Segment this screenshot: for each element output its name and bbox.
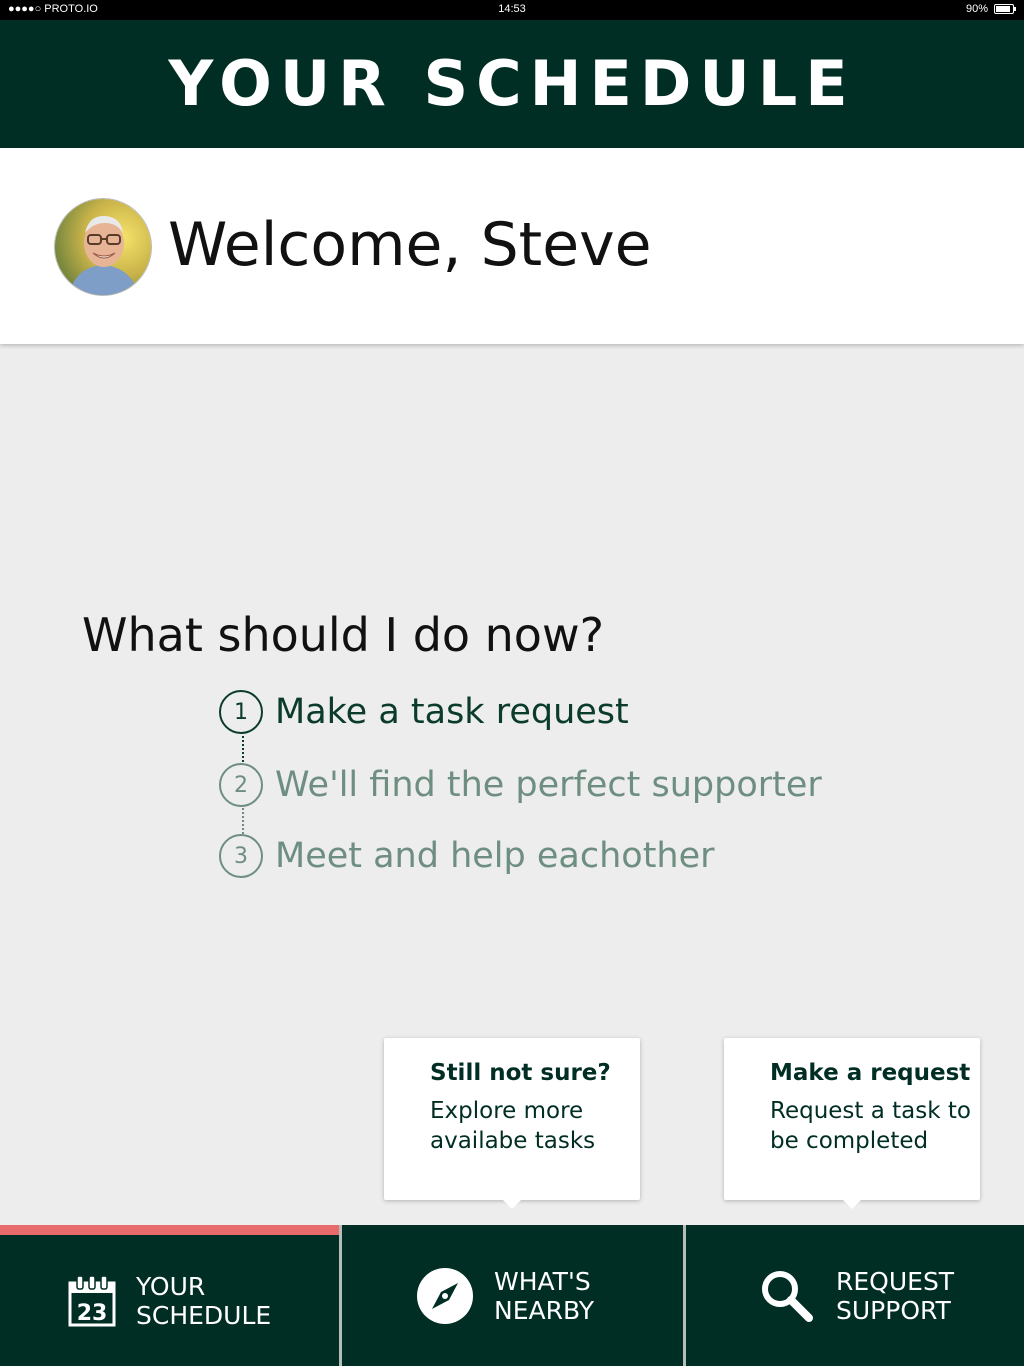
tab-bar: 23 YOUR SCHEDULE WHAT'S NEARBY REQUEST S… (0, 1225, 1024, 1366)
tooltip-title: Make a request (770, 1060, 971, 1086)
calendar-day: 23 (77, 1301, 108, 1326)
tab-label: YOUR SCHEDULE (136, 1271, 272, 1330)
tooltip-body: Explore more availabe tasks (430, 1098, 596, 1154)
battery-percent: 90% (965, 3, 988, 15)
tooltip-title: Still not sure? (430, 1060, 611, 1086)
avatar-photo (55, 199, 151, 295)
step-label: We'll find the perfect supporter (275, 765, 822, 805)
step-label: Meet and help eachother (275, 836, 715, 876)
tooltip-request[interactable]: Make a request Request a task to be comp… (724, 1038, 980, 1209)
tooltip-explore[interactable]: Still not sure? Explore more availabe ta… (384, 1038, 640, 1209)
step-connector (242, 808, 244, 834)
battery-status: 90% (965, 3, 1016, 15)
status-bar: ●●●●○ PROTO.IO 14:53 90% (0, 0, 1024, 20)
tab-request-support[interactable]: REQUEST SUPPORT (686, 1225, 1024, 1366)
step-number: 1 (219, 690, 263, 734)
tab-label: WHAT'S NEARBY (494, 1266, 595, 1325)
step-number: 3 (219, 834, 263, 878)
calendar-icon: 23 (68, 1274, 116, 1326)
battery-icon (994, 4, 1016, 14)
step-3: 3 Meet and help eachother (219, 834, 715, 878)
page-title: YOUR SCHEDULE (168, 47, 856, 120)
welcome-greeting: Welcome, Steve (168, 210, 652, 280)
guide-question: What should I do now? (82, 608, 604, 662)
tooltip-body: Request a task to be completed (770, 1098, 971, 1154)
step-connector (242, 736, 244, 762)
step-number: 2 (219, 763, 263, 807)
tab-whats-nearby[interactable]: WHAT'S NEARBY (342, 1225, 683, 1366)
clock: 14:53 (498, 3, 526, 15)
step-label: Make a task request (275, 692, 629, 732)
app-header: YOUR SCHEDULE (0, 20, 1024, 148)
avatar[interactable] (54, 198, 152, 296)
tab-your-schedule[interactable]: 23 YOUR SCHEDULE (0, 1225, 340, 1366)
step-2: 2 We'll find the perfect supporter (219, 763, 822, 807)
step-1: 1 Make a task request (219, 690, 629, 734)
compass-icon (417, 1267, 473, 1324)
welcome-panel: Welcome, Steve (0, 148, 1024, 344)
search-icon (762, 1270, 813, 1322)
tab-label: REQUEST SUPPORT (836, 1266, 955, 1325)
